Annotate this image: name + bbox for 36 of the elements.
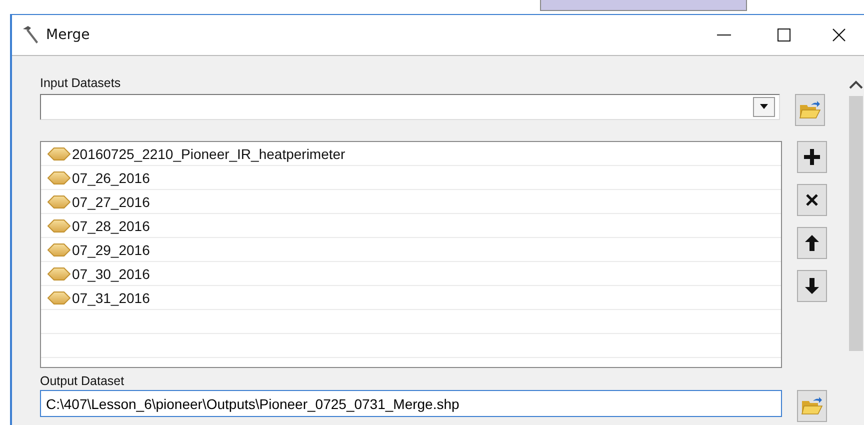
polygon-layer-icon (47, 194, 71, 208)
remove-button[interactable] (797, 184, 827, 216)
browse-button[interactable] (797, 390, 827, 422)
dropdown-arrow-icon (759, 104, 769, 110)
move-down-button[interactable] (797, 270, 827, 302)
output-dataset-label: Output Dataset (40, 374, 126, 388)
arrow-down-icon (805, 278, 819, 294)
folder-icon (801, 396, 823, 416)
browse-button[interactable] (795, 94, 825, 126)
maximize-icon (777, 28, 791, 42)
plus-icon (804, 149, 820, 165)
polygon-layer-icon (47, 242, 71, 256)
minimize-icon (717, 34, 731, 36)
polygon-layer-icon (47, 290, 71, 304)
folder-icon (799, 100, 821, 120)
polygon-layer-icon (47, 266, 71, 280)
input-datasets-dropdown[interactable] (40, 94, 780, 120)
add-button[interactable] (797, 141, 827, 173)
polygon-layer-icon (47, 218, 71, 232)
dataset-item[interactable]: 07_26_2016 (41, 166, 781, 190)
dataset-item[interactable]: 07_31_2016 (41, 286, 781, 310)
dataset-item[interactable]: 07_28_2016 (41, 214, 781, 238)
dataset-item[interactable]: 07_27_2016 (41, 190, 781, 214)
dataset-item[interactable]: 07_29_2016 (41, 238, 781, 262)
move-up-button[interactable] (797, 227, 827, 259)
dataset-item[interactable]: 07_30_2016 (41, 262, 781, 286)
dataset-item[interactable]: 20160725_2210_Pioneer_IR_heatperimeter (41, 142, 781, 166)
close-icon (806, 194, 818, 206)
output-dataset-field[interactable]: C:\407\Lesson_6\pioneer\Outputs\Pioneer_0725_0731_Merge.shp (40, 390, 782, 417)
polygon-layer-icon (47, 146, 71, 160)
arrow-up-icon (805, 235, 819, 251)
scroll-up-icon (849, 80, 863, 90)
close-icon (832, 28, 846, 42)
input-datasets-label: Input Datasets (40, 76, 122, 90)
window-title: Merge (46, 27, 90, 43)
polygon-layer-icon (47, 170, 71, 184)
